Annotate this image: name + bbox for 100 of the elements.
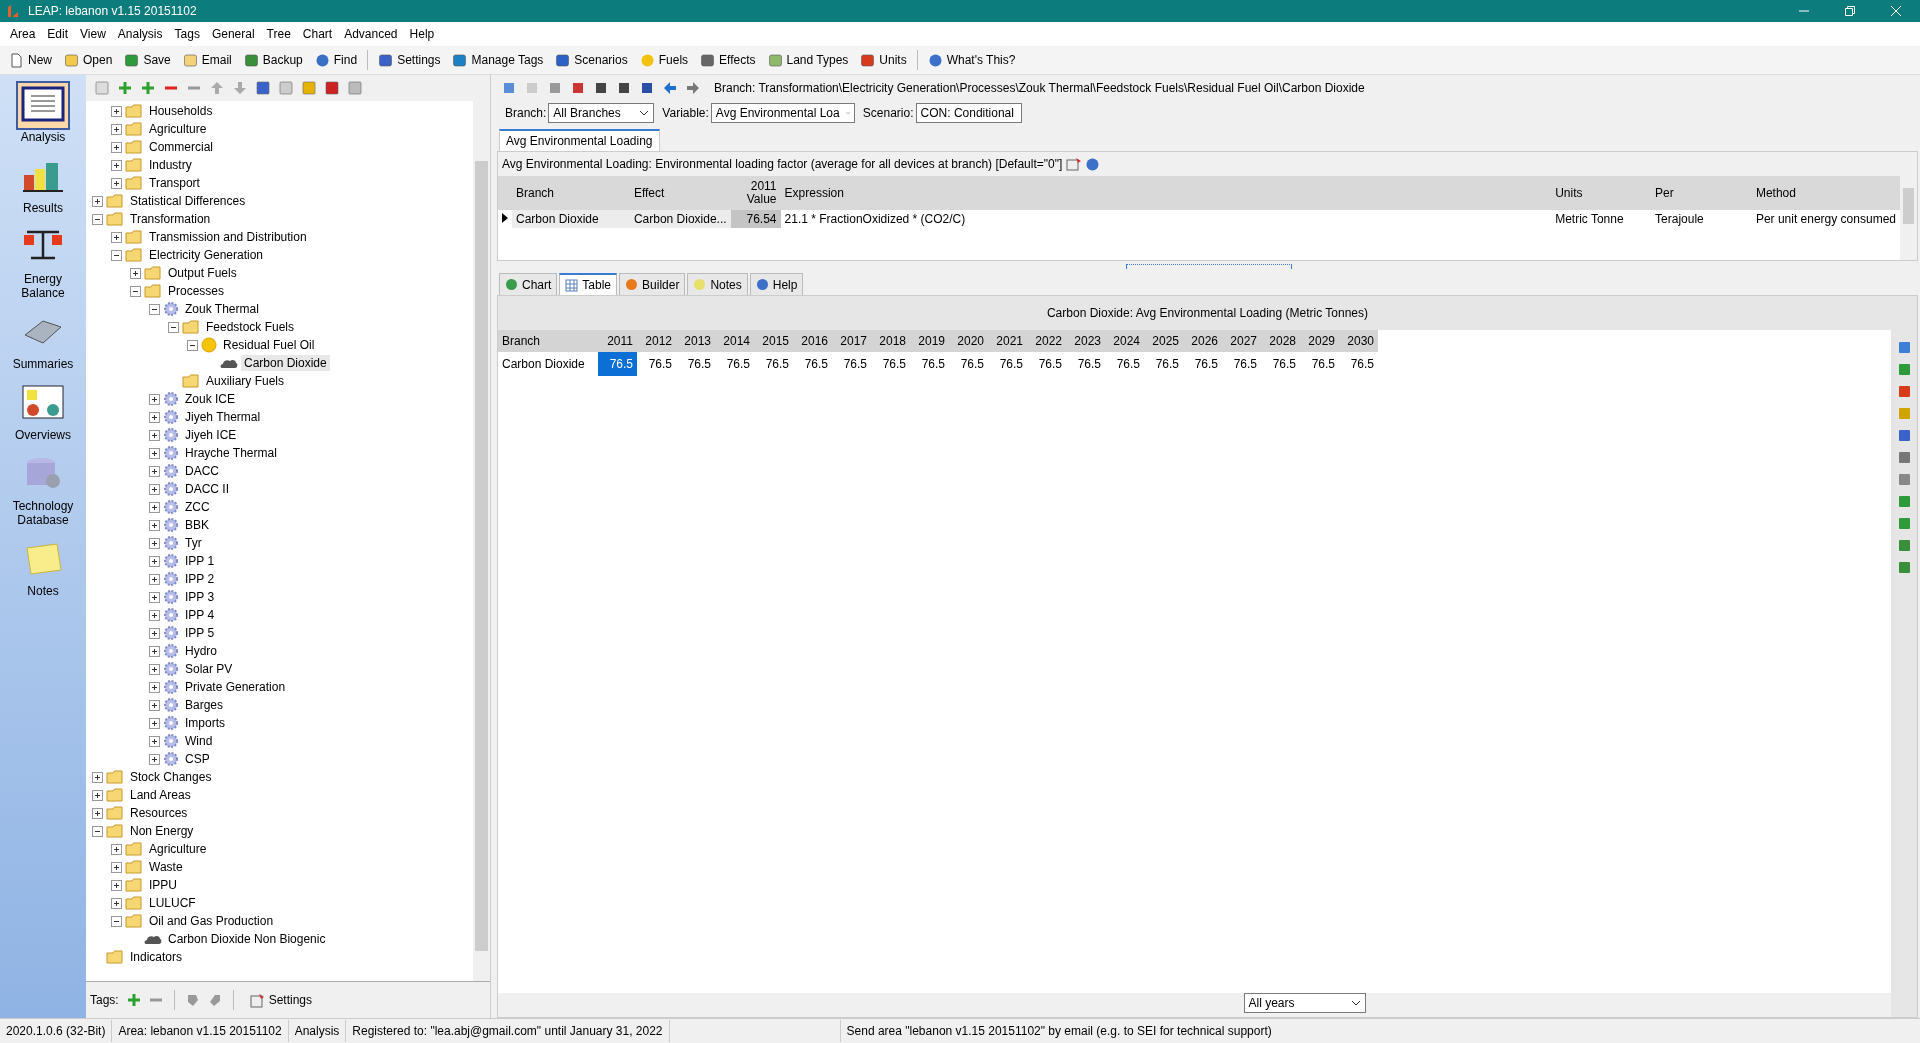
table-cell[interactable]: 76.5 bbox=[1183, 352, 1222, 376]
expand-toggle[interactable] bbox=[149, 501, 160, 513]
collapse-toggle[interactable] bbox=[149, 303, 160, 315]
table-cell[interactable]: 76.5 bbox=[598, 352, 637, 376]
table-cell[interactable]: Carbon Dioxide... bbox=[629, 210, 731, 228]
toolbar-button[interactable]: Manage Tags bbox=[447, 50, 549, 70]
collapse-toggle[interactable] bbox=[130, 285, 141, 297]
table-cell[interactable]: 76.5 bbox=[1261, 352, 1300, 376]
branch-node[interactable]: Jiyeh ICE bbox=[182, 427, 240, 443]
menu-item[interactable]: Edit bbox=[41, 27, 75, 41]
menu-item[interactable]: General bbox=[205, 27, 261, 41]
expression-cell[interactable]: 21.1 * FractionOxidized * (CO2/C) bbox=[780, 210, 1552, 228]
table-cell[interactable]: 76.5 bbox=[715, 352, 754, 376]
branch-node[interactable]: Zouk ICE bbox=[182, 391, 238, 407]
branch-node[interactable]: Auxiliary Fuels bbox=[203, 373, 288, 389]
branch-node[interactable]: Transmission and Distribution bbox=[146, 229, 310, 245]
expand-toggle[interactable] bbox=[92, 789, 103, 801]
branch-node[interactable]: Jiyeh Thermal bbox=[182, 409, 264, 425]
table-cell[interactable]: 76.5 bbox=[832, 352, 871, 376]
branch-node[interactable]: IPP 5 bbox=[182, 625, 218, 641]
expand-toggle[interactable] bbox=[149, 735, 160, 747]
table-cell[interactable]: Per unit energy consumed bbox=[1751, 210, 1900, 228]
dropdown[interactable]: Avg Environmental Loa bbox=[710, 103, 855, 123]
branch-node[interactable]: LULUCF bbox=[146, 895, 199, 911]
table-cell[interactable]: 76.5 bbox=[637, 352, 676, 376]
years-dropdown[interactable]: All years bbox=[1243, 993, 1366, 1013]
toolbar-button[interactable]: Backup bbox=[238, 50, 308, 70]
expand-toggle[interactable] bbox=[111, 897, 122, 909]
expand-toggle[interactable] bbox=[149, 537, 160, 549]
settings-button[interactable]: Settings bbox=[244, 990, 318, 1010]
expand-toggle[interactable] bbox=[149, 465, 160, 477]
branch-node[interactable]: Private Generation bbox=[182, 679, 289, 695]
branch-node[interactable]: Carbon Dioxide Non Biogenic bbox=[165, 931, 329, 947]
tab[interactable]: Help bbox=[749, 273, 804, 295]
scrollbar[interactable] bbox=[473, 101, 490, 981]
branch-node[interactable]: IPP 1 bbox=[182, 553, 218, 569]
expand-toggle[interactable] bbox=[111, 105, 122, 117]
expand-toggle[interactable] bbox=[111, 159, 122, 171]
branch-node[interactable]: Carbon Dioxide bbox=[241, 355, 330, 371]
table-cell[interactable]: 76.5 bbox=[1144, 352, 1183, 376]
expand-toggle[interactable] bbox=[149, 627, 160, 639]
branch-node[interactable]: Imports bbox=[182, 715, 228, 731]
branch-node[interactable]: Output Fuels bbox=[165, 265, 240, 281]
forward-arrow-icon[interactable] bbox=[685, 80, 701, 96]
collapse-toggle[interactable] bbox=[111, 249, 122, 261]
branch-node[interactable]: Zouk Thermal bbox=[182, 301, 262, 317]
table-cell[interactable]: 76.5 bbox=[793, 352, 832, 376]
menu-item[interactable]: Tree bbox=[260, 27, 297, 41]
close-icon[interactable] bbox=[1890, 5, 1902, 17]
table-cell[interactable]: Metric Tonne bbox=[1551, 210, 1652, 228]
branch-node[interactable]: Oil and Gas Production bbox=[146, 913, 277, 929]
menu-item[interactable]: Analysis bbox=[111, 27, 169, 41]
branch-node[interactable]: Resources bbox=[127, 805, 191, 821]
menu-item[interactable]: Area bbox=[4, 27, 42, 41]
expand-toggle[interactable] bbox=[130, 267, 141, 279]
expand-toggle[interactable] bbox=[149, 483, 160, 495]
view-button[interactable]: Notes bbox=[0, 533, 86, 604]
tab[interactable]: Chart bbox=[499, 273, 558, 295]
collapse-toggle[interactable] bbox=[168, 321, 179, 333]
branch-node[interactable]: Stock Changes bbox=[127, 769, 215, 785]
view-button[interactable]: Technology Database bbox=[0, 448, 86, 533]
expand-toggle[interactable] bbox=[149, 681, 160, 693]
tab[interactable]: Table bbox=[559, 273, 618, 295]
edit-note-icon[interactable] bbox=[1066, 157, 1083, 171]
table-cell[interactable]: 76.5 bbox=[988, 352, 1027, 376]
branch-node[interactable]: ZCC bbox=[182, 499, 213, 515]
expand-toggle[interactable] bbox=[149, 393, 160, 405]
expand-toggle[interactable] bbox=[149, 591, 160, 603]
expand-toggle[interactable] bbox=[92, 771, 103, 783]
expand-toggle[interactable] bbox=[111, 861, 122, 873]
table-cell[interactable]: 76.5 bbox=[871, 352, 910, 376]
branch-node[interactable]: CSP bbox=[182, 751, 213, 767]
menu-item[interactable]: Tags bbox=[168, 27, 206, 41]
toolbar-button[interactable]: Settings bbox=[373, 50, 446, 70]
expand-toggle[interactable] bbox=[149, 609, 160, 621]
menu-item[interactable]: Advanced bbox=[338, 27, 404, 41]
branch-node[interactable]: Commercial bbox=[146, 139, 216, 155]
branch-node[interactable]: Indicators bbox=[127, 949, 186, 965]
toolbar-button[interactable]: Fuels bbox=[634, 50, 694, 70]
branch-node[interactable]: Wind bbox=[182, 733, 216, 749]
view-button[interactable]: Energy Balance bbox=[0, 221, 86, 306]
table-cell[interactable]: 76.5 bbox=[1066, 352, 1105, 376]
expand-toggle[interactable] bbox=[149, 447, 160, 459]
splitter-handle[interactable] bbox=[1125, 263, 1292, 269]
branch-node[interactable]: Agriculture bbox=[146, 121, 210, 137]
toolbar-button[interactable]: Scenarios bbox=[550, 50, 633, 70]
expand-toggle[interactable] bbox=[149, 555, 160, 567]
table-cell[interactable]: 76.5 bbox=[1027, 352, 1066, 376]
branch-node[interactable]: Land Areas bbox=[127, 787, 194, 803]
branch-node[interactable]: Barges bbox=[182, 697, 227, 713]
branch-node[interactable]: Processes bbox=[165, 283, 228, 299]
tab[interactable]: Avg Environmental Loading bbox=[499, 129, 660, 151]
collapse-toggle[interactable] bbox=[92, 213, 103, 225]
expand-toggle[interactable] bbox=[111, 123, 122, 135]
toolbar-button[interactable]: Effects bbox=[695, 50, 761, 70]
branch-node[interactable]: Households bbox=[146, 103, 216, 119]
expand-toggle[interactable] bbox=[149, 573, 160, 585]
tab[interactable]: Notes bbox=[687, 273, 748, 295]
table-cell[interactable]: 76.5 bbox=[1222, 352, 1261, 376]
expand-toggle[interactable] bbox=[149, 699, 160, 711]
